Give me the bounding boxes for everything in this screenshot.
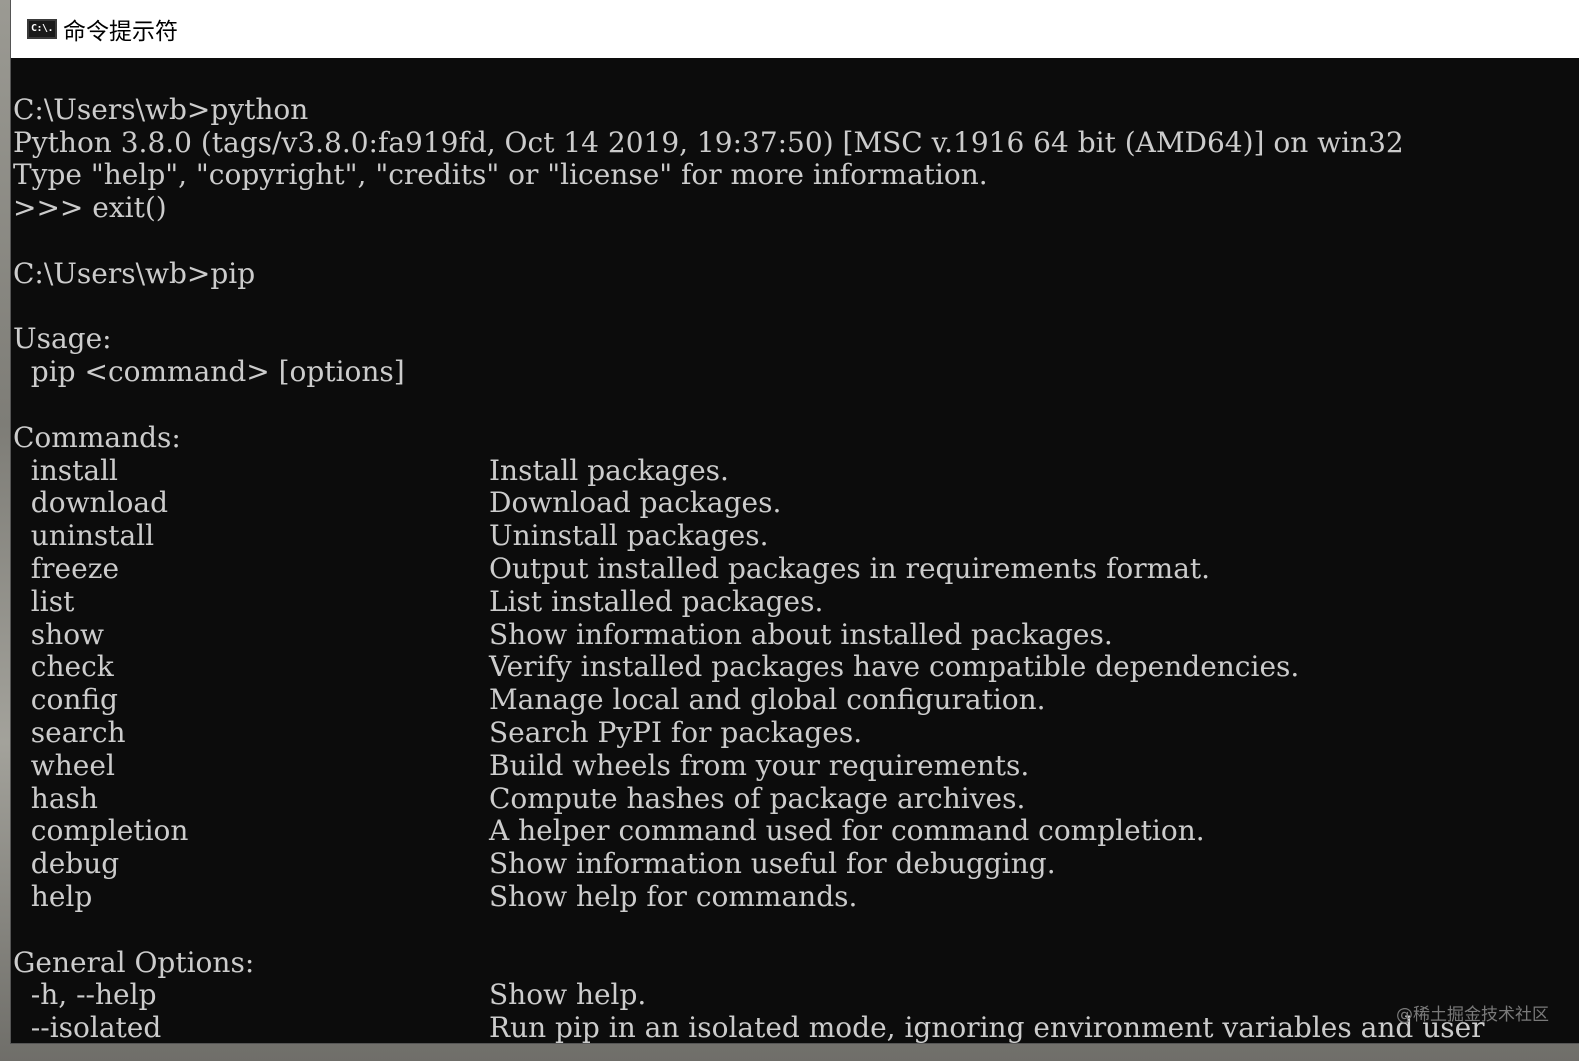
command-row: help Show help for commands. [13,880,1579,913]
command-name: hash [13,781,98,815]
title-bar[interactable]: C:\. 命令提示符 [11,0,1579,58]
command-row: list List installed packages. [13,585,1579,618]
command-description: Download packages. [489,486,782,520]
command-name: completion [13,814,189,848]
command-row: uninstall Uninstall packages. [13,519,1579,552]
command-description: A helper command used for command comple… [489,814,1205,848]
command-description: Output installed packages in requirement… [489,552,1211,585]
command-name: help [13,880,93,913]
command-name: list [13,584,75,618]
command-row: completion A helper command used for comm… [13,814,1579,847]
command-name: freeze [13,552,120,585]
command-row: show Show information about installed pac… [13,618,1579,651]
command-name: debug [13,847,120,881]
command-row: check Verify installed packages have comp… [13,650,1579,683]
command-description: Search PyPI for packages. [489,716,863,749]
console-line: >>> exit() [13,191,167,225]
command-description: Verify installed packages have compatibl… [489,650,1300,684]
console-line: Commands: [13,420,181,454]
console-line: C:\Users\wb>python [13,92,309,126]
option-row: -h, --help Show help. [13,978,1579,1011]
command-name: search [13,716,126,749]
watermark: @稀土掘金技术社区 [1396,1005,1549,1025]
command-name: -h, --help [13,978,157,1012]
command-description: Uninstall packages. [489,519,769,553]
command-description: Show help. [489,978,647,1012]
command-name: show [13,617,105,651]
general-options-header: General Options: [13,945,255,979]
command-row: config Manage local and global configurat… [13,683,1579,716]
command-name: --isolated [13,1011,162,1043]
cmd-icon-glyph: C:\. [30,23,54,34]
command-description: Manage local and global configuration. [489,683,1046,717]
window-title: 命令提示符 [63,19,178,45]
cmd-icon[interactable]: C:\. [27,19,57,39]
option-row: --isolated Run pip in an isolated mode, i… [13,1011,1579,1043]
command-row: install Install packages. [13,454,1579,487]
console-line: Python 3.8.0 (tags/v3.8.0:fa919fd, Oct 1… [13,125,1404,159]
console-line: Type "help", "copyright", "credits" or "… [13,158,988,192]
console-line: pip <command> [options] [13,355,405,389]
command-name: install [13,453,119,487]
command-description: List installed packages. [489,584,824,618]
command-name: uninstall [13,519,155,553]
command-description: Show information useful for debugging. [489,847,1056,881]
command-description: Build wheels from your requirements. [489,748,1030,782]
command-name: download [13,486,169,520]
command-row: freeze Output installed packages in requi… [13,552,1579,585]
command-description: Show help for commands. [489,880,858,913]
command-description: Compute hashes of package archives. [489,781,1026,815]
command-row: download Download packages. [13,486,1579,519]
command-row: hash Compute hashes of package archives. [13,782,1579,815]
console-output[interactable]: C:\Users\wb>python Python 3.8.0 (tags/v3.… [13,58,1579,1043]
command-name: check [13,650,114,684]
command-row: search Search PyPI for packages. [13,716,1579,749]
console-line: Usage: [13,322,112,356]
command-description: Show information about installed package… [489,617,1113,651]
command-row: wheel Build wheels from your requirements… [13,749,1579,782]
command-name: wheel [13,748,115,782]
command-description: Run pip in an isolated mode, ignoring en… [489,1011,1485,1043]
command-description: Install packages. [489,453,729,487]
command-name: config [13,683,118,717]
console-line: C:\Users\wb>pip [13,256,256,290]
command-prompt-window[interactable]: C:\. 命令提示符 C:\Users\wb>python Python 3.8.… [11,0,1579,1043]
command-row: debug Show information useful for debuggi… [13,847,1579,880]
